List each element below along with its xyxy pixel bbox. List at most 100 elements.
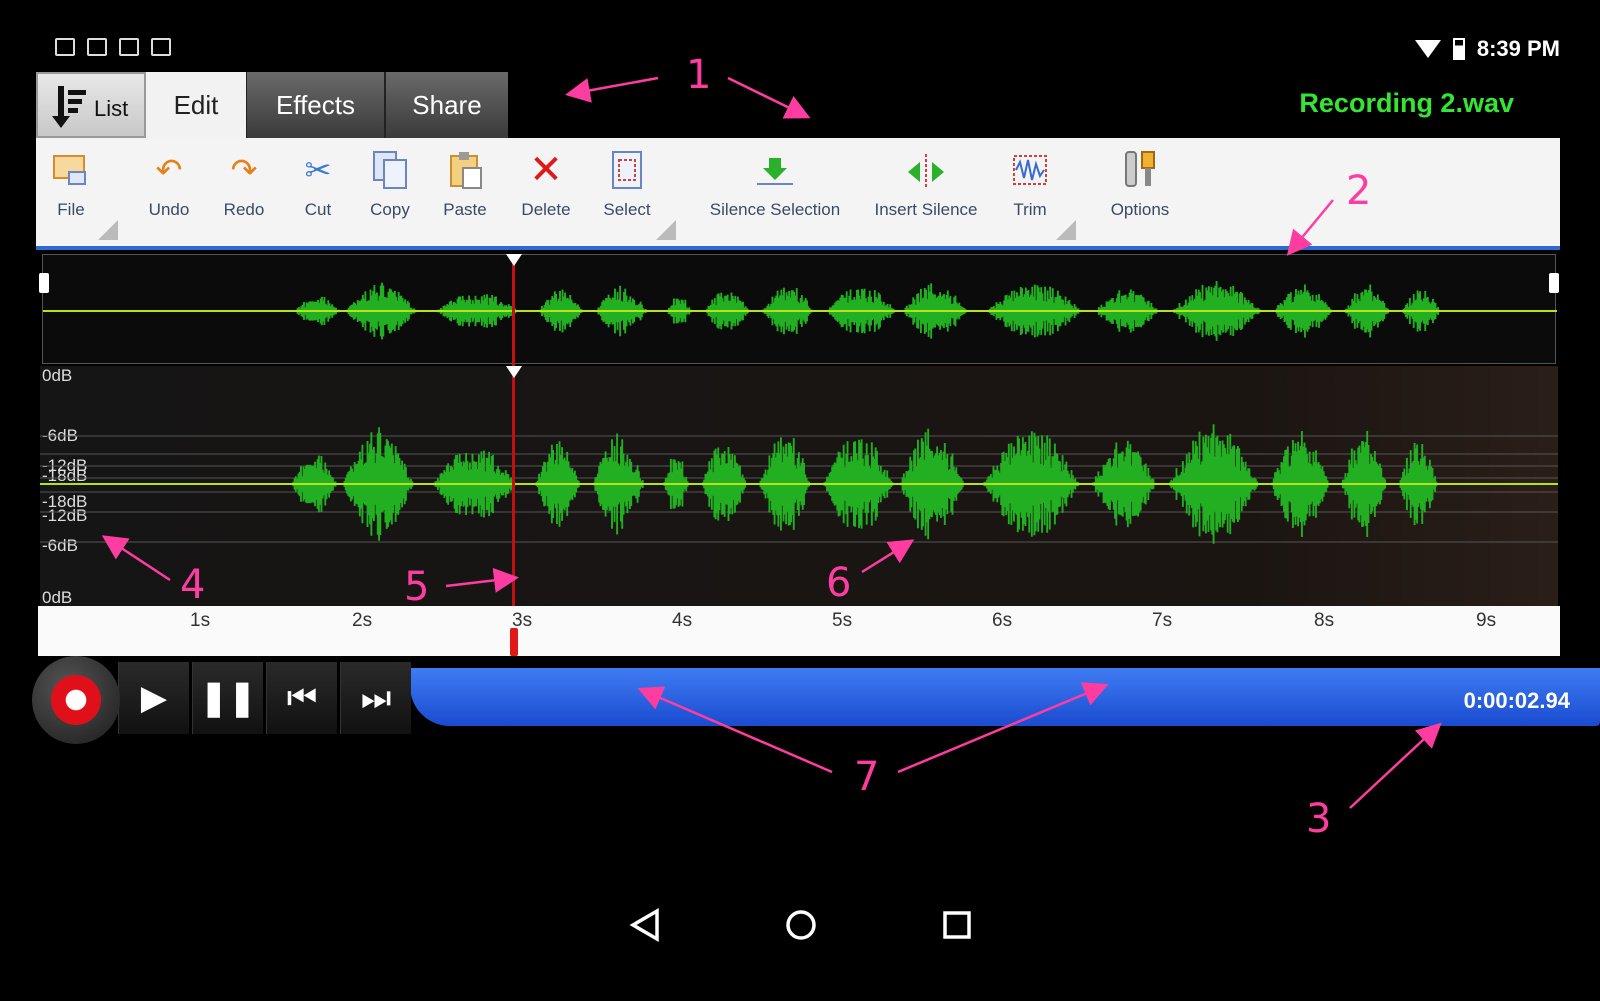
trim-menu-corner — [1056, 220, 1076, 240]
annotation-7: 7 — [854, 754, 880, 800]
skip-back-button[interactable]: ⏮ — [266, 662, 337, 734]
status-time: 8:39 PM — [1476, 36, 1560, 61]
ruler-tick-label: 4s — [672, 610, 693, 631]
copy-button[interactable]: Copy — [368, 138, 412, 246]
status-bar-notifications — [55, 38, 171, 56]
annotation-2: 2 — [1346, 168, 1372, 214]
select-icon — [607, 150, 647, 190]
back-button[interactable] — [620, 900, 670, 950]
play-icon: ▶ — [140, 679, 168, 717]
left-scroll-handle[interactable] — [39, 273, 49, 293]
file-icon — [51, 150, 91, 190]
delete-x-icon: ✕ — [529, 148, 563, 192]
paste-button[interactable]: Paste — [440, 138, 490, 246]
mail-icon — [87, 38, 107, 56]
ruler-tick-label: 9s — [1476, 610, 1497, 631]
tab-bar: List Edit Effects Share — [36, 72, 508, 138]
download-icon — [55, 38, 75, 56]
insert-silence-label: Insert Silence — [874, 200, 978, 219]
recents-button[interactable] — [932, 900, 982, 950]
play-button[interactable]: ▶ — [118, 662, 189, 734]
ruler-tick-label: 8s — [1314, 610, 1335, 631]
tab-list[interactable]: List — [36, 72, 146, 138]
ruler-tick-label: 1s — [190, 610, 211, 631]
playback-progress-bar[interactable]: 0:00:02.94 — [410, 668, 1600, 726]
undo-label: Undo — [148, 200, 190, 219]
android-nav-bar — [0, 900, 1600, 960]
tab-share[interactable]: Share — [384, 72, 508, 138]
status-bar-system: 8:39 PM — [1414, 36, 1560, 62]
file-button[interactable]: File — [46, 138, 96, 246]
skip-forward-icon: ⏭ — [360, 678, 392, 717]
main-waveform-graphic — [40, 424, 1558, 544]
delete-button[interactable]: ✕ Delete — [518, 138, 574, 246]
select-button[interactable]: Select — [600, 138, 654, 246]
ruler-tick-label: 6s — [992, 610, 1013, 631]
home-icon — [786, 910, 816, 940]
options-tools-icon — [1120, 150, 1160, 190]
undo-button[interactable]: ↶ Undo — [144, 138, 194, 246]
edit-toolbar: File ↶ Undo ↷ Redo ✂ Cut Copy Paste ✕ De… — [36, 138, 1560, 250]
time-ruler[interactable]: 1s 2s 3s 4s 5s 6s 7s 8s 9s — [38, 606, 1560, 656]
trim-icon — [1010, 150, 1050, 190]
silence-selection-icon — [755, 150, 795, 190]
ruler-playhead-marker[interactable] — [510, 628, 518, 656]
playhead-top-marker[interactable] — [506, 254, 522, 266]
list-sort-icon — [52, 86, 86, 128]
tab-edit[interactable]: Edit — [146, 72, 246, 138]
insert-silence-button[interactable]: Insert Silence — [874, 138, 978, 246]
ruler-tick-label: 7s — [1152, 610, 1173, 631]
cut-label: Cut — [304, 200, 332, 219]
elapsed-time: 0:00:02.94 — [1463, 688, 1570, 713]
trim-button[interactable]: Trim — [1008, 138, 1052, 246]
copy-icon — [370, 150, 410, 190]
silence-selection-button[interactable]: Silence Selection — [710, 138, 840, 246]
waveform-editor[interactable]: 0dB -6dB -12dB -18dB -18dB -12dB -6dB 0dB — [40, 366, 1558, 607]
file-menu-corner — [98, 220, 118, 240]
ruler-tick-label: 2s — [352, 610, 373, 631]
skip-back-icon: ⏮ — [286, 678, 318, 717]
wifi-icon — [1414, 40, 1441, 58]
pause-button[interactable]: ❚❚ — [192, 662, 263, 734]
battery-icon — [1452, 38, 1465, 60]
insert-silence-icon — [906, 150, 946, 190]
annotation-3: 3 — [1306, 796, 1332, 842]
pause-icon: ❚❚ — [199, 679, 257, 717]
skip-forward-button[interactable]: ⏭ — [340, 662, 411, 734]
recents-icon — [943, 911, 971, 939]
video-icon — [119, 38, 139, 56]
copy-label: Copy — [370, 200, 410, 219]
select-menu-corner — [656, 220, 676, 240]
annotation-5: 5 — [404, 564, 430, 610]
record-button[interactable] — [32, 656, 120, 744]
clipboard-icon — [151, 38, 171, 56]
file-label: File — [57, 200, 85, 219]
redo-button[interactable]: ↷ Redo — [218, 138, 270, 246]
tab-list-label: List — [94, 96, 129, 121]
playhead-mid-marker — [506, 366, 522, 378]
home-button[interactable] — [776, 900, 826, 950]
annotation-4: 4 — [180, 562, 206, 608]
cut-button[interactable]: ✂ Cut — [298, 138, 338, 246]
annotation-6: 6 — [826, 560, 852, 606]
annotation-1: 1 — [686, 52, 712, 98]
paste-label: Paste — [443, 200, 487, 219]
back-icon — [629, 907, 659, 943]
paste-icon — [445, 150, 485, 190]
redo-icon: ↷ — [230, 152, 258, 188]
select-label: Select — [603, 200, 651, 219]
file-name: Recording 2.wav — [1299, 88, 1514, 118]
ruler-tick-label: 5s — [832, 610, 853, 631]
record-icon — [51, 675, 101, 725]
tab-effects[interactable]: Effects — [246, 72, 384, 138]
playhead-cursor[interactable] — [512, 254, 515, 654]
scissors-icon: ✂ — [304, 152, 332, 188]
waveform-overview[interactable] — [39, 254, 1559, 364]
silence-selection-label: Silence Selection — [709, 200, 841, 219]
delete-label: Delete — [521, 200, 571, 219]
undo-icon: ↶ — [155, 152, 183, 188]
options-button[interactable]: Options — [1108, 138, 1172, 246]
right-scroll-handle[interactable] — [1549, 273, 1559, 293]
trim-label: Trim — [1013, 200, 1047, 219]
transport-bar: 0:00:02.94 ▶ ❚❚ ⏮ ⏭ — [30, 656, 1600, 744]
